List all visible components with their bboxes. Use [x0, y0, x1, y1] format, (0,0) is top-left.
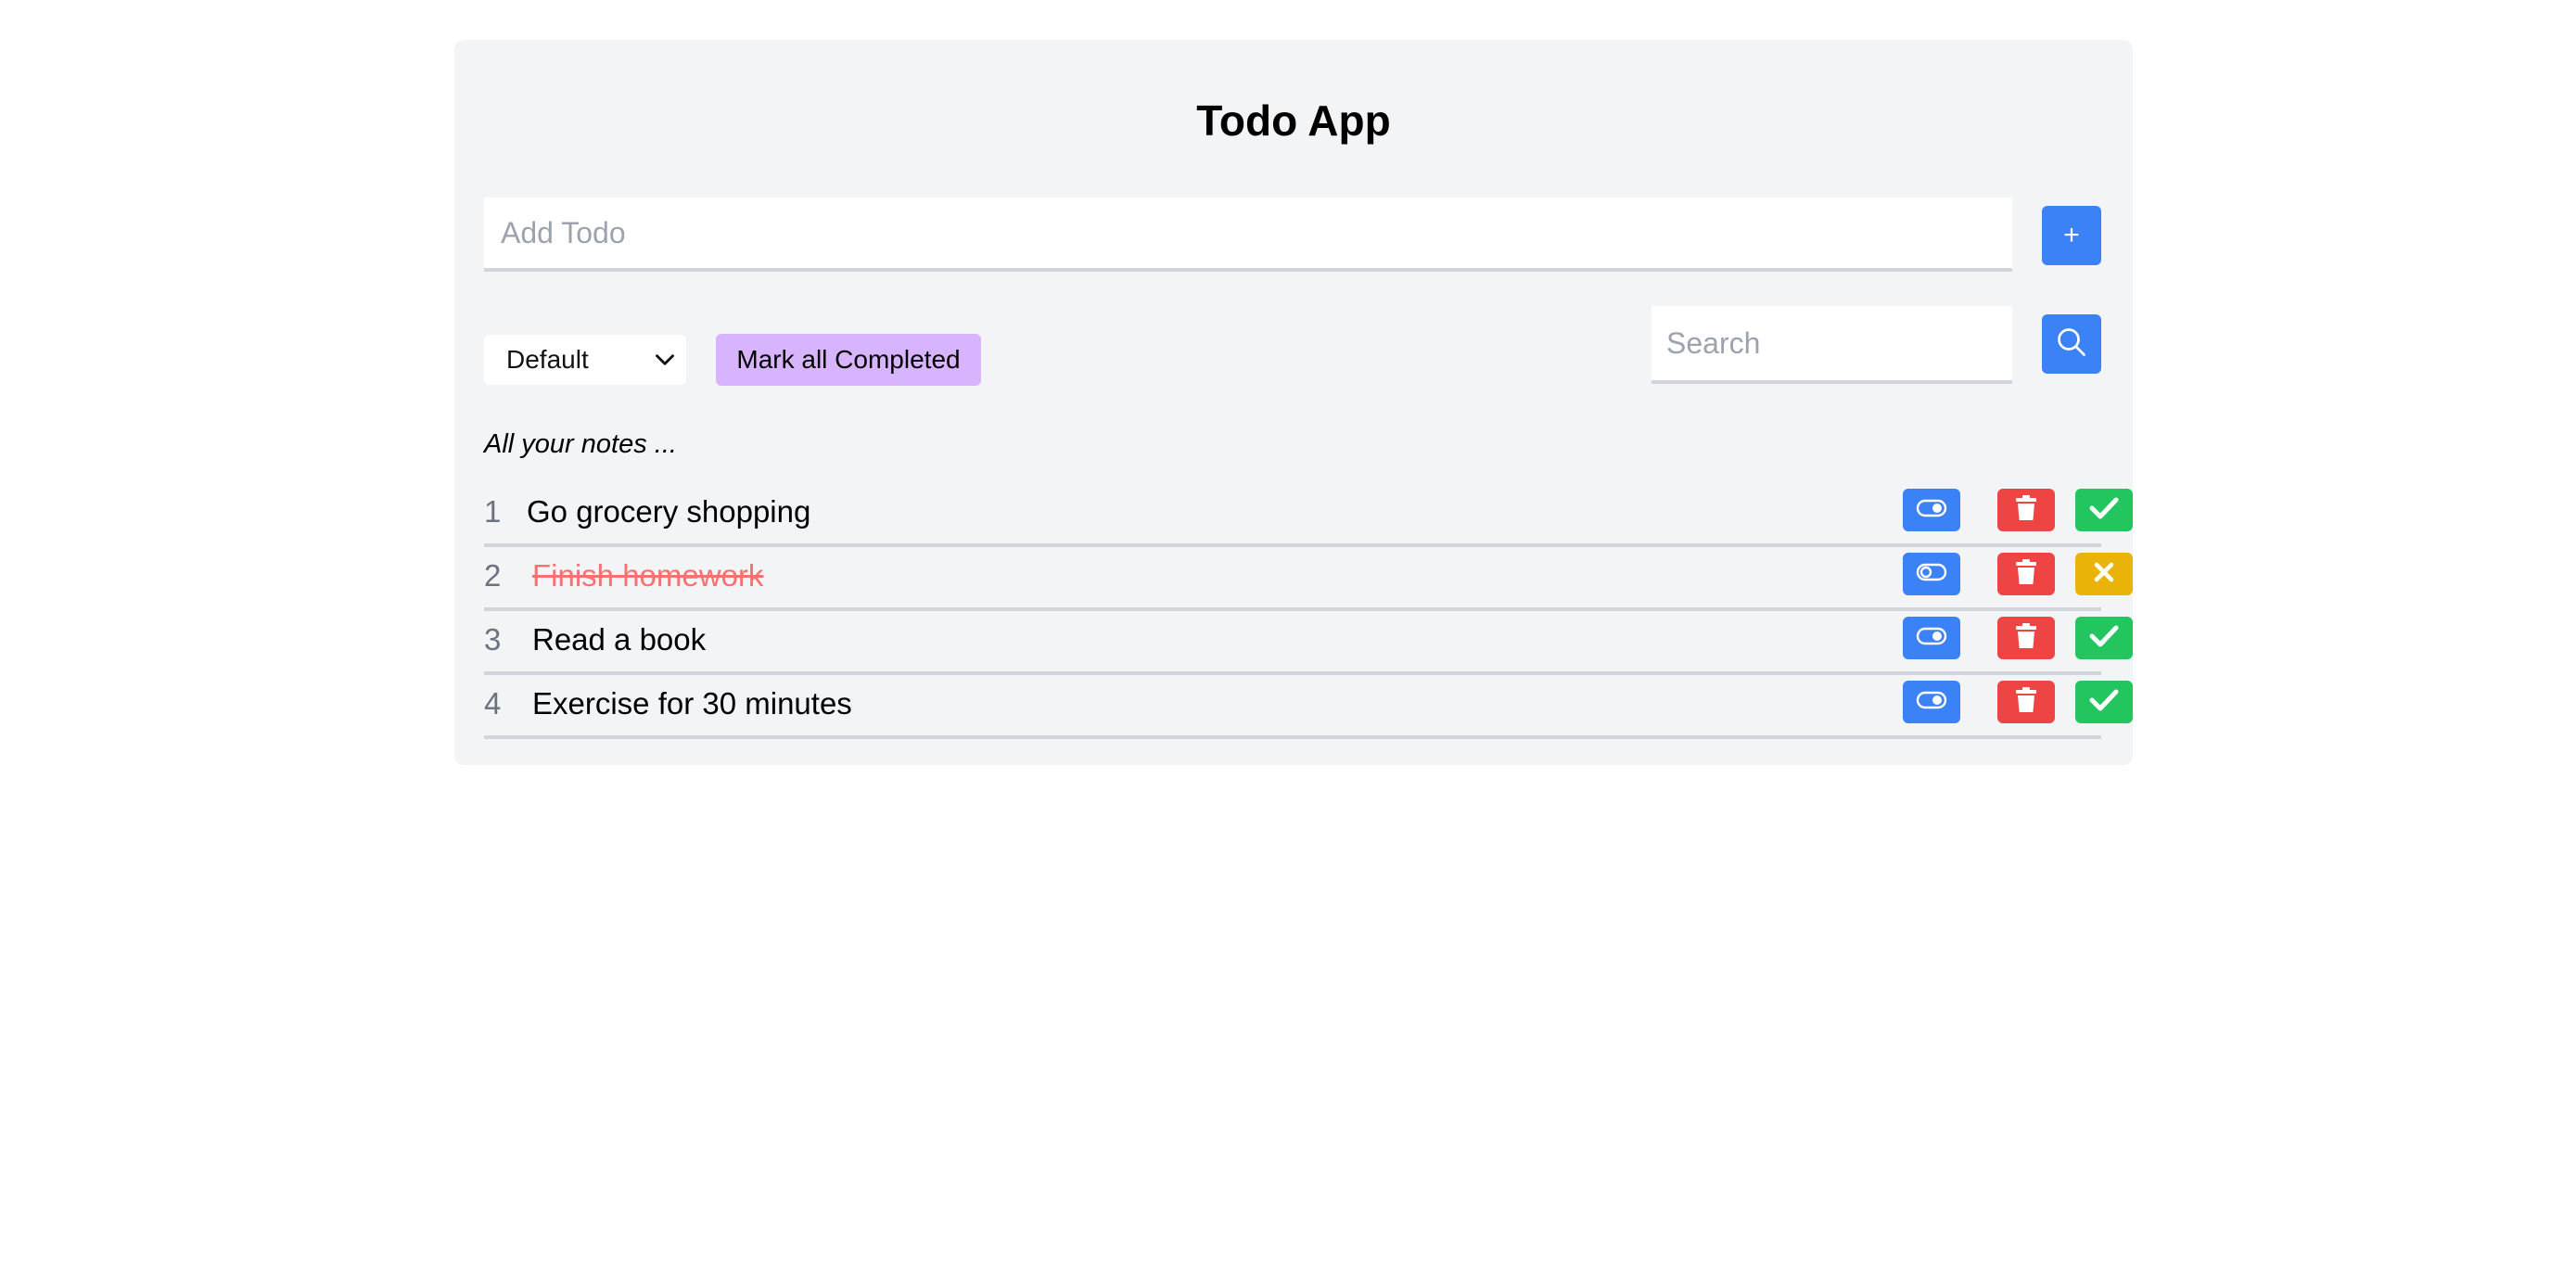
todo-list: 1 Go grocery shopping 2 Finish homework: [484, 483, 2133, 739]
check-icon: [2089, 496, 2119, 525]
x-icon: [2093, 561, 2115, 588]
toggle-icon: [1916, 626, 1947, 651]
delete-button[interactable]: [1997, 617, 2055, 659]
page-title: Todo App: [1196, 96, 1391, 145]
item-text: Go grocery shopping: [527, 494, 811, 529]
add-todo-button[interactable]: +: [2042, 206, 2101, 265]
delete-button[interactable]: [1997, 489, 2055, 531]
search-input[interactable]: [1651, 306, 2012, 384]
item-number: 1: [484, 494, 502, 529]
item-number: 3: [484, 622, 502, 657]
complete-button[interactable]: [2075, 617, 2133, 659]
mark-all-completed-button[interactable]: Mark all Completed: [716, 334, 981, 386]
trash-icon: [2015, 494, 2037, 527]
item-text: Finish homework: [532, 558, 764, 593]
uncomplete-button[interactable]: [2075, 553, 2133, 595]
check-icon: [2089, 688, 2119, 717]
toggle-button[interactable]: [1903, 681, 1960, 723]
trash-icon: [2015, 622, 2037, 655]
notes-heading: All your notes ...: [484, 429, 677, 459]
delete-button[interactable]: [1997, 553, 2055, 595]
search-icon: [2055, 325, 2088, 364]
complete-button[interactable]: [2075, 681, 2133, 723]
delete-button[interactable]: [1997, 681, 2055, 723]
item-number: 2: [484, 558, 502, 593]
trash-icon: [2015, 558, 2037, 591]
sort-select[interactable]: Default: [484, 335, 686, 385]
list-item: 1 Go grocery shopping: [484, 483, 2133, 547]
toggle-icon: [1916, 562, 1947, 587]
list-item: 3 Read a book: [484, 611, 2133, 675]
trash-icon: [2015, 686, 2037, 719]
toggle-button[interactable]: [1903, 617, 1960, 659]
search-button[interactable]: [2042, 314, 2101, 374]
complete-button[interactable]: [2075, 489, 2133, 531]
toggle-icon: [1916, 498, 1947, 523]
add-todo-input[interactable]: [484, 198, 2012, 272]
check-icon: [2089, 624, 2119, 653]
item-text: Read a book: [532, 622, 707, 657]
todo-card: Todo App + Default Mark all Completed Al…: [454, 40, 2133, 765]
sort-select-value: Default: [506, 345, 589, 374]
toggle-button[interactable]: [1903, 489, 1960, 531]
list-item: 2 Finish homework: [484, 547, 2133, 611]
item-number: 4: [484, 686, 502, 721]
list-item: 4 Exercise for 30 minutes: [484, 675, 2133, 739]
chevron-down-icon: [649, 344, 681, 382]
toggle-icon: [1916, 690, 1947, 715]
toggle-button[interactable]: [1903, 553, 1960, 595]
item-text: Exercise for 30 minutes: [532, 686, 852, 721]
